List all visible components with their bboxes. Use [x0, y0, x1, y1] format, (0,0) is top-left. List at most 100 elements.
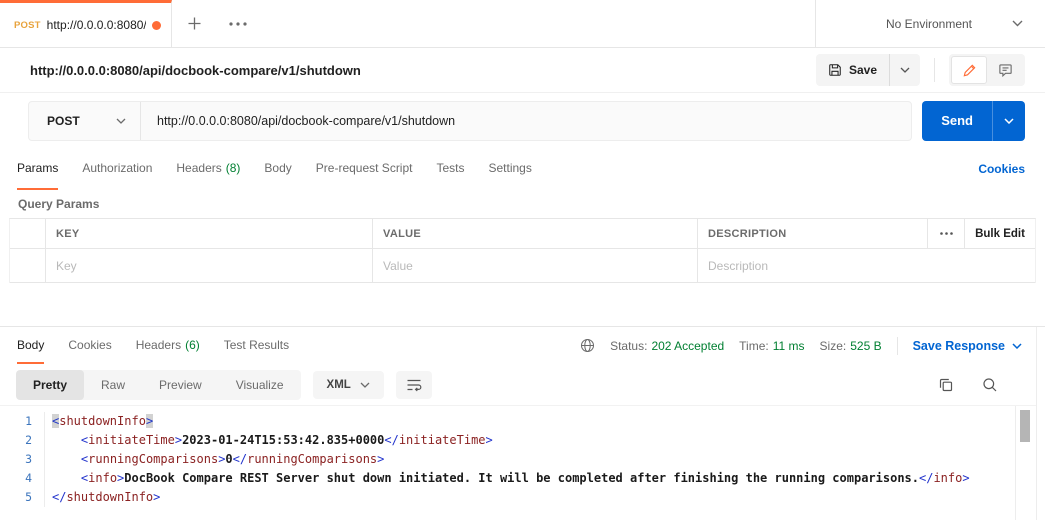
- tab-label: Body: [17, 338, 44, 352]
- response-body-viewer[interactable]: 1<shutdownInfo>2 <initiateTime>2023-01-2…: [0, 406, 1036, 520]
- code-line: 4 <info>DocBook Compare REST Server shut…: [0, 469, 1036, 488]
- time-badge: Time: 11 ms: [739, 339, 804, 353]
- line-number: 2: [0, 431, 44, 450]
- chevron-down-icon: [1012, 343, 1022, 349]
- tab-settings[interactable]: Settings: [489, 148, 532, 190]
- environment-name: No Environment: [846, 17, 1012, 31]
- query-params-title: Query Params: [0, 190, 1045, 218]
- format-dropdown[interactable]: XML: [313, 371, 384, 399]
- request-tab[interactable]: POST http://0.0.0.0:8080/ap: [0, 0, 172, 47]
- plus-icon: [187, 16, 202, 31]
- code-line: 3 <runningComparisons>0</runningComparis…: [0, 450, 1036, 469]
- copy-icon[interactable]: [938, 377, 954, 393]
- tab-label: Headers: [136, 338, 181, 352]
- tab-pre-request-script[interactable]: Pre-request Script: [316, 148, 413, 190]
- scrollbar-track: [1015, 406, 1016, 520]
- response-view-switch: Pretty Raw Preview Visualize: [16, 370, 301, 400]
- line-content: </shutdownInfo>: [44, 488, 1036, 507]
- request-response-gap: [0, 283, 1045, 326]
- method-dropdown-label: POST: [47, 114, 80, 128]
- view-tab-preview[interactable]: Preview: [142, 370, 219, 400]
- response-toolbar-right: [938, 377, 1020, 393]
- cookies-link[interactable]: Cookies: [978, 148, 1025, 190]
- view-tab-pretty[interactable]: Pretty: [16, 370, 84, 400]
- tab-authorization[interactable]: Authorization: [82, 148, 152, 190]
- code-line: 2 <initiateTime>2023-01-24T15:53:42.835+…: [0, 431, 1036, 450]
- line-content: <info>DocBook Compare REST Server shut d…: [44, 469, 1036, 488]
- tab-label: Cookies: [68, 338, 111, 352]
- comments-button[interactable]: [987, 56, 1023, 84]
- status-label: Status:: [610, 339, 647, 353]
- new-tab-button[interactable]: [172, 0, 216, 47]
- key-cell: [46, 249, 373, 282]
- send-button[interactable]: Send: [922, 101, 992, 141]
- tab-label: Settings: [489, 161, 532, 175]
- tab-label: Body: [264, 161, 291, 175]
- request-tab-title: http://0.0.0.0:8080/ap: [47, 18, 146, 32]
- request-tabs: Params Authorization Headers(8) Body Pre…: [0, 148, 1045, 190]
- key-input[interactable]: [46, 259, 372, 273]
- save-options-button[interactable]: [889, 54, 920, 86]
- view-tab-raw[interactable]: Raw: [84, 370, 142, 400]
- time-value: 11 ms: [773, 339, 805, 353]
- floppy-disk-icon: [828, 63, 842, 77]
- tab-tests[interactable]: Tests: [436, 148, 464, 190]
- wrap-lines-button[interactable]: [396, 371, 432, 399]
- response-meta: Status: 202 Accepted Time: 11 ms Size: 5…: [580, 327, 1022, 364]
- save-response-label: Save Response: [913, 339, 1005, 353]
- scrollbar-thumb[interactable]: [1020, 410, 1030, 442]
- params-empty-row: [10, 249, 1035, 283]
- save-response-button[interactable]: Save Response: [913, 339, 1022, 353]
- response-tabs: Body Cookies Headers(6) Test Results Sta…: [0, 327, 1036, 364]
- tab-label: Pre-request Script: [316, 161, 413, 175]
- response-tab-cookies[interactable]: Cookies: [68, 327, 111, 364]
- title-row-divider: [934, 58, 935, 82]
- request-url-row: POST Send: [0, 93, 1045, 148]
- url-input[interactable]: [141, 102, 911, 140]
- line-number: 1: [0, 412, 44, 431]
- line-content: <initiateTime>2023-01-24T15:53:42.835+00…: [44, 431, 1036, 450]
- edit-request-button[interactable]: [951, 56, 987, 84]
- save-button[interactable]: Save: [816, 54, 889, 86]
- response-tab-headers[interactable]: Headers(6): [136, 327, 200, 364]
- row-select-cell: [10, 249, 46, 282]
- status-value: 202 Accepted: [651, 339, 724, 353]
- bulk-edit-label: Bulk Edit: [975, 228, 1025, 240]
- tab-label: Tests: [436, 161, 464, 175]
- line-number: 3: [0, 450, 44, 469]
- code-lines: 1<shutdownInfo>2 <initiateTime>2023-01-2…: [0, 412, 1036, 507]
- column-label: VALUE: [383, 228, 421, 240]
- response-tab-test-results[interactable]: Test Results: [224, 327, 289, 364]
- save-button-group: Save: [816, 54, 920, 86]
- column-label: DESCRIPTION: [708, 228, 786, 240]
- method-url-container: POST: [28, 101, 912, 141]
- size-value: 525 B: [850, 339, 881, 353]
- bulk-edit-button[interactable]: Bulk Edit: [965, 219, 1035, 248]
- line-number: 5: [0, 488, 44, 507]
- request-title: http://0.0.0.0:8080/api/docbook-compare/…: [30, 63, 361, 78]
- format-dropdown-label: XML: [327, 379, 351, 391]
- value-input[interactable]: [373, 259, 697, 273]
- method-dropdown[interactable]: POST: [29, 102, 141, 140]
- description-input[interactable]: [698, 259, 1035, 273]
- pencil-icon: [962, 63, 977, 78]
- environment-selector[interactable]: No Environment: [815, 0, 1045, 47]
- send-options-button[interactable]: [992, 101, 1025, 141]
- tab-body[interactable]: Body: [264, 148, 291, 190]
- wrap-text-icon: [406, 378, 422, 392]
- three-dots-icon: [940, 232, 953, 235]
- request-tab-method-badge: POST: [14, 20, 41, 31]
- tab-params[interactable]: Params: [17, 148, 58, 190]
- meta-divider: [897, 337, 898, 355]
- tab-headers[interactable]: Headers(8): [176, 148, 240, 190]
- params-more-options-button[interactable]: [928, 219, 965, 248]
- tab-options-button[interactable]: [216, 0, 260, 47]
- response-tab-body[interactable]: Body: [17, 327, 44, 364]
- unsaved-changes-dot: [152, 21, 161, 30]
- search-icon[interactable]: [982, 377, 998, 393]
- line-content: <runningComparisons>0</runningComparison…: [44, 450, 1036, 469]
- tab-label: Authorization: [82, 161, 152, 175]
- view-tab-visualize[interactable]: Visualize: [219, 370, 301, 400]
- chevron-down-icon: [900, 67, 910, 73]
- three-dots-icon: [229, 22, 247, 26]
